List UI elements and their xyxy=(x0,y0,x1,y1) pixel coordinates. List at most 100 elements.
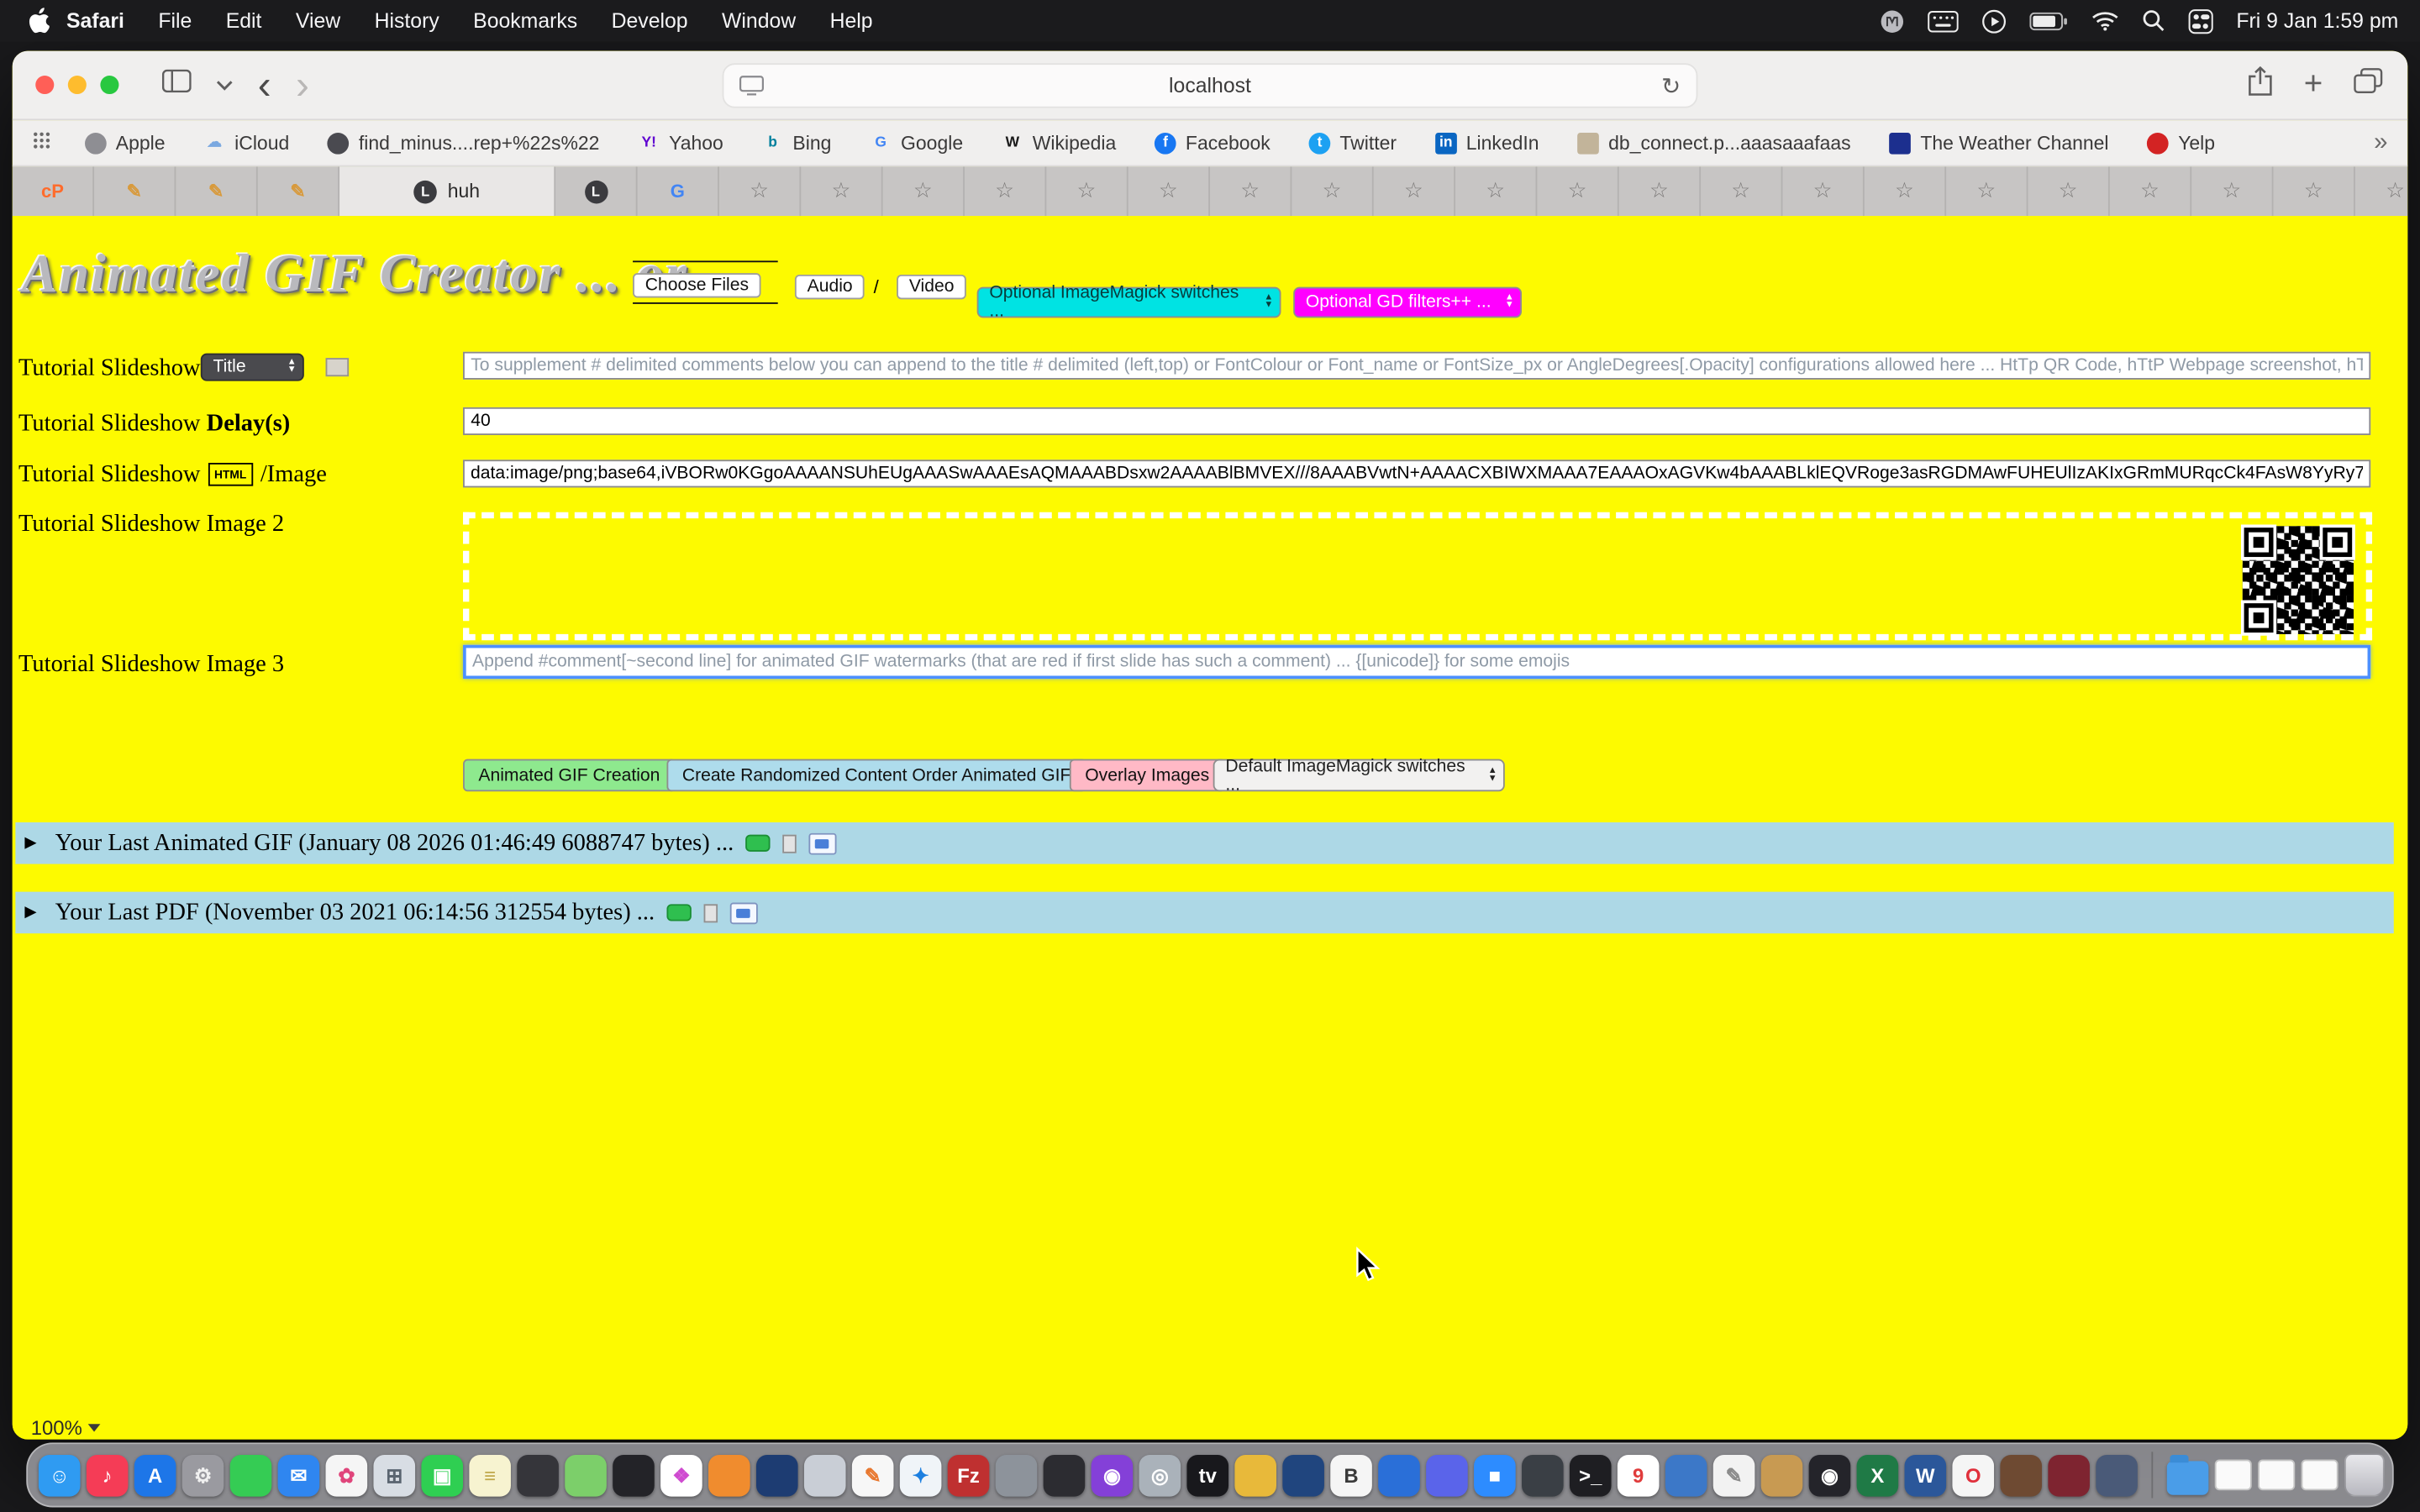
dock-app-dark-4[interactable] xyxy=(1522,1454,1564,1496)
reload-icon[interactable]: ↻ xyxy=(1661,71,1681,99)
dock-textedit[interactable]: ✎ xyxy=(1713,1454,1755,1496)
media-app-icon[interactable] xyxy=(809,832,837,854)
dock-facetime[interactable]: ▣ xyxy=(421,1454,463,1496)
watermark-comment-input[interactable] xyxy=(463,645,2370,679)
dock-safari[interactable]: ✦ xyxy=(900,1454,942,1496)
menu-window[interactable]: Window xyxy=(705,9,813,33)
bookmark-yahoo[interactable]: Y! Yahoo xyxy=(638,132,723,154)
bookmark-linkedin[interactable]: in LinkedIn xyxy=(1435,132,1539,154)
dock-calendar[interactable]: 9 xyxy=(1618,1454,1660,1496)
bookmark-star-tab[interactable] xyxy=(719,166,801,216)
dock-app-maroon[interactable] xyxy=(2048,1454,2090,1496)
bookmark-star-tab[interactable] xyxy=(1701,166,1782,216)
back-button[interactable]: ‹ xyxy=(258,70,271,101)
menu-develop[interactable]: Develop xyxy=(594,9,704,33)
bookmark-facebook[interactable]: f Facebook xyxy=(1155,132,1270,154)
l-tab[interactable]: L xyxy=(555,166,637,216)
attachment-icon[interactable] xyxy=(704,903,718,921)
battery-icon[interactable] xyxy=(2029,12,2068,30)
dock-app-slate[interactable] xyxy=(2096,1454,2138,1496)
bookmark-star-tab[interactable] xyxy=(1210,166,1292,216)
sidebar-toggle-icon[interactable] xyxy=(162,70,192,101)
bookmark-bing[interactable]: b Bing xyxy=(762,132,832,154)
menu-view[interactable]: View xyxy=(279,9,358,33)
dock-app-navy-2[interactable] xyxy=(1282,1454,1324,1496)
dock-app-blue-2[interactable] xyxy=(1665,1454,1707,1496)
dock-music[interactable]: ♪ xyxy=(87,1454,129,1496)
forward-button[interactable]: › xyxy=(296,70,309,101)
image2-dropzone[interactable] xyxy=(463,512,2372,640)
imagemagick-switches-select[interactable]: Optional ImageMagick switches ... xyxy=(977,287,1281,318)
editor-tab-2[interactable]: ✎ xyxy=(176,166,257,216)
bookmark-google[interactable]: G Google xyxy=(870,132,963,154)
status-green-icon[interactable] xyxy=(746,835,771,852)
minimized-window-icon[interactable] xyxy=(2258,1460,2295,1491)
last-pdf-accordion[interactable]: Your Last PDF (November 03 2021 06:14:56… xyxy=(15,892,2393,934)
editor-tab-3[interactable]: ✎ xyxy=(258,166,339,216)
dock-app-dark-2[interactable] xyxy=(613,1454,655,1496)
menu-edit[interactable]: Edit xyxy=(209,9,279,33)
dock-pages[interactable]: ✎ xyxy=(852,1454,894,1496)
bookmark-wikipedia[interactable]: W Wikipedia xyxy=(1002,132,1116,154)
dock-excel[interactable]: X xyxy=(1857,1454,1899,1496)
dock-system-settings[interactable]: ⚙ xyxy=(182,1454,224,1496)
minimize-window-button[interactable] xyxy=(68,76,87,94)
choose-files-button[interactable]: Choose Files xyxy=(633,273,761,297)
last-animated-gif-accordion[interactable]: Your Last Animated GIF (January 08 2026 … xyxy=(15,822,2393,864)
bookmark-icloud[interactable]: ☁ iCloud xyxy=(203,132,289,154)
delay-input[interactable] xyxy=(463,407,2370,435)
close-window-button[interactable] xyxy=(35,76,54,94)
dock-opera[interactable]: O xyxy=(1952,1454,1994,1496)
menu-help[interactable]: Help xyxy=(813,9,889,33)
bookmark-star-tab[interactable] xyxy=(1292,166,1373,216)
downloads-folder-icon[interactable] xyxy=(2167,1461,2209,1494)
bookmark-star-tab[interactable] xyxy=(801,166,882,216)
google-tab[interactable]: G xyxy=(638,166,719,216)
bookmark-star-tab[interactable] xyxy=(1865,166,1946,216)
dock-app-blue-1[interactable] xyxy=(1378,1454,1420,1496)
bookmark-star-tab[interactable] xyxy=(2028,166,2109,216)
dock-books[interactable] xyxy=(708,1454,750,1496)
menu-bookmarks[interactable]: Bookmarks xyxy=(456,9,594,33)
minimized-window-icon[interactable] xyxy=(2215,1460,2252,1491)
dock-app-gray-1[interactable] xyxy=(996,1454,1038,1496)
dock-podcasts[interactable]: ◉ xyxy=(1092,1454,1134,1496)
title-option-box[interactable] xyxy=(326,358,350,376)
bookmark-find-minus-rep-22s-22[interactable]: find_minus....rep+%22s%22 xyxy=(328,132,599,154)
bookmark-db-connect-p-aaasaaafaas[interactable]: db_connect.p...aaasaaafaas xyxy=(1577,132,1850,154)
dock-app-amber[interactable] xyxy=(1234,1454,1276,1496)
share-icon[interactable] xyxy=(2247,66,2273,103)
menu-safari[interactable]: Safari xyxy=(50,9,141,33)
editor-tab-1[interactable]: ✎ xyxy=(94,166,176,216)
dock-app-bronze[interactable] xyxy=(1761,1454,1803,1496)
default-imagemagick-select[interactable]: Default ImageMagick switches ... xyxy=(1213,759,1505,792)
status-green-icon[interactable] xyxy=(667,904,692,921)
dock-discord[interactable] xyxy=(1426,1454,1468,1496)
dock-apple-tv[interactable]: tv xyxy=(1186,1454,1228,1496)
dock-maps[interactable] xyxy=(565,1454,607,1496)
bookmark-star-tab[interactable] xyxy=(2191,166,2273,216)
bookmark-star-tab[interactable] xyxy=(1782,166,1864,216)
dock-photos[interactable]: ✿ xyxy=(326,1454,368,1496)
dock-app-dark-1[interactable] xyxy=(517,1454,559,1496)
minimized-window-icon[interactable] xyxy=(2302,1460,2338,1491)
dock-bear[interactable]: B xyxy=(1330,1454,1372,1496)
bookmark-star-tab[interactable] xyxy=(2274,166,2355,216)
control-center-icon[interactable] xyxy=(2188,8,2212,33)
page-settings-icon[interactable] xyxy=(739,76,764,96)
wifi-icon[interactable] xyxy=(2091,11,2119,31)
tab-overview-icon[interactable] xyxy=(2354,68,2383,102)
new-tab-button[interactable]: + xyxy=(2304,71,2323,98)
bookmark-star-tab[interactable] xyxy=(965,166,1046,216)
dock-zoom[interactable]: ■ xyxy=(1474,1454,1516,1496)
bookmark-star-tab[interactable] xyxy=(1046,166,1128,216)
bookmark-star-tab[interactable] xyxy=(2110,166,2191,216)
dock-messages[interactable] xyxy=(230,1454,272,1496)
gd-filters-select[interactable]: Optional GD filters++ ... xyxy=(1293,287,1522,318)
dock-app-brown[interactable] xyxy=(2000,1454,2042,1496)
dock-obs[interactable]: ◉ xyxy=(1809,1454,1851,1496)
dock-photos-2[interactable]: ❖ xyxy=(660,1454,702,1496)
image-data-input[interactable] xyxy=(463,459,2370,487)
status-app-icon[interactable] xyxy=(1880,8,1904,33)
overlay-images-button[interactable]: Overlay Images xyxy=(1070,759,1225,792)
